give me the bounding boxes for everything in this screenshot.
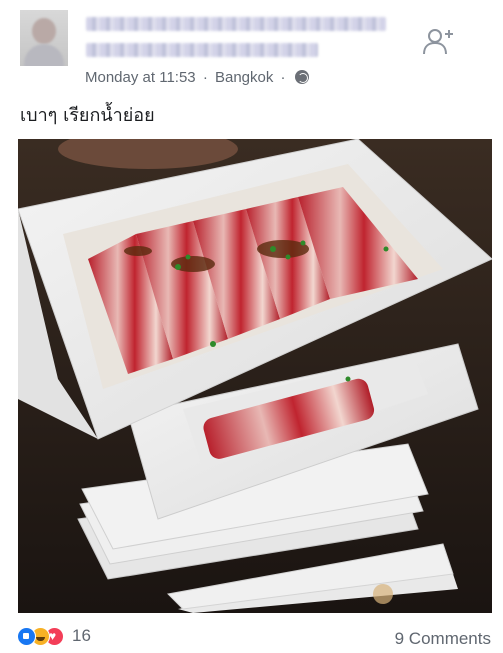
post-header: Monday at 11:53 · Bangkok · [0,0,503,96]
like-icon [17,626,36,646]
add-friend-button[interactable] [420,26,456,56]
reaction-count: 16 [72,626,91,645]
meta-separator: · [202,69,208,86]
post-timestamp[interactable]: Monday at 11:53 [85,69,196,86]
meta-separator-2: · [280,69,286,86]
add-friend-icon [423,29,453,55]
post-caption: เบาๆ เรียกน้ำย่อย [20,105,155,126]
food-photo-illustration [18,139,492,613]
post-meta: Monday at 11:53 · Bangkok · [85,69,309,86]
post-location[interactable]: Bangkok [215,69,273,86]
author-subtitle-blurred [86,43,318,57]
post-footer: 16 9 Comments [0,618,503,653]
reactions-summary[interactable]: 16 [17,626,91,646]
globe-icon[interactable] [294,70,309,84]
comments-link[interactable]: 9 Comments [395,629,491,649]
avatar[interactable] [20,10,68,66]
post-photo[interactable] [18,139,492,613]
author-name-blurred[interactable] [86,17,386,31]
